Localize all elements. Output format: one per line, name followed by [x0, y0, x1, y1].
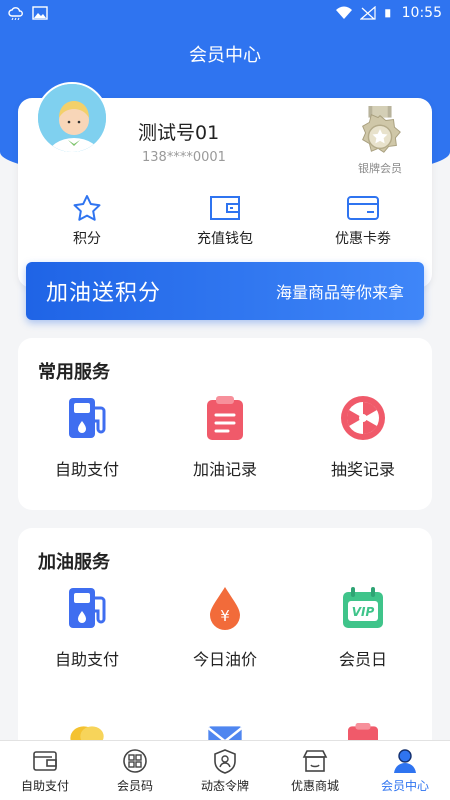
member-level-label: 银牌会员 — [358, 162, 402, 175]
app-header: 会员中心 — [0, 26, 450, 82]
image-icon — [32, 6, 48, 20]
avatar-icon — [38, 84, 106, 152]
status-bar: 10:55 — [0, 0, 450, 26]
bottom-navigation: 自助支付 会员码 动态令牌 优惠商城 会员中心 — [0, 740, 450, 800]
promo-title: 加油送积分 — [46, 281, 162, 306]
battery-icon — [384, 9, 390, 18]
nav-member-code[interactable]: 会员码 — [90, 741, 180, 800]
nav-self-pay[interactable]: 自助支付 — [0, 741, 90, 800]
nav-label: 会员中心 — [380, 778, 429, 793]
common-services-card: 常用服务 自助支付 加油记录 抽奖记录 — [18, 338, 432, 510]
wallet-icon — [33, 750, 57, 771]
wifi-icon — [335, 6, 352, 19]
user-phone: 138****0001 — [142, 150, 226, 165]
profile-quick-actions: 积分 充值钱包 优惠卡劵 — [18, 194, 432, 256]
points-label: 积分 — [73, 231, 101, 247]
member-day-button[interactable]: VIP 会员日 — [294, 584, 432, 670]
qr-code-icon — [123, 748, 147, 773]
fuel-pump-icon — [69, 398, 106, 438]
oil-drop-icon: ¥ — [210, 587, 240, 630]
promo-banner[interactable]: 加油送积分 海量商品等你来拿 — [26, 262, 424, 320]
cloud-icon — [8, 7, 23, 20]
status-time: 10:55 — [401, 5, 442, 21]
star-icon — [73, 195, 101, 221]
self-pay-button[interactable]: 自助支付 — [18, 584, 156, 670]
medal-icon — [362, 106, 401, 153]
section-title: 常用服务 — [38, 362, 110, 383]
today-oil-price-label: 今日油价 — [192, 650, 257, 669]
fuel-pump-icon — [69, 588, 106, 628]
self-pay-label: 自助支付 — [54, 650, 119, 669]
nav-dynamic-token[interactable]: 动态令牌 — [180, 741, 270, 800]
person-icon — [394, 748, 416, 773]
section-title: 加油服务 — [38, 552, 110, 573]
fuel-services-grid: 自助支付 ¥ 今日油价 VIP 会员日 — [18, 584, 432, 670]
page-title: 会员中心 — [189, 45, 261, 66]
fuel-services-card: 加油服务 自助支付 ¥ 今日油价 VIP 会员日 — [18, 528, 432, 758]
lottery-wheel-icon — [341, 396, 385, 440]
fuel-records-button[interactable]: 加油记录 — [156, 394, 294, 480]
coupons-button[interactable]: 优惠卡劵 — [294, 194, 432, 256]
self-pay-label: 自助支付 — [54, 460, 119, 479]
nav-label: 优惠商城 — [290, 778, 339, 793]
coupons-label: 优惠卡劵 — [335, 231, 391, 247]
avatar[interactable] — [36, 82, 108, 154]
signal-icon — [359, 6, 376, 20]
nav-label: 自助支付 — [20, 778, 69, 793]
nav-discount-mall[interactable]: 优惠商城 — [270, 741, 360, 800]
user-name: 测试号01 — [138, 122, 220, 144]
wallet-button[interactable]: 充值钱包 — [156, 194, 294, 256]
svg-text:¥: ¥ — [220, 607, 230, 625]
card-icon — [347, 196, 379, 220]
fuel-records-label: 加油记录 — [192, 460, 257, 479]
shop-icon — [302, 749, 328, 772]
vip-calendar-icon: VIP — [343, 587, 383, 628]
wallet-label: 充值钱包 — [197, 231, 253, 247]
lottery-records-label: 抽奖记录 — [330, 460, 395, 479]
member-level-badge[interactable]: 银牌会员 — [350, 106, 410, 176]
profile-card: 测试号01 138****0001 银牌会员 积分 充值钱包 优惠卡劵 — [18, 82, 432, 288]
clipboard-icon — [207, 396, 243, 440]
wallet-icon — [210, 196, 240, 220]
nav-label: 会员码 — [116, 778, 153, 793]
member-day-label: 会员日 — [338, 650, 387, 669]
svg-text:VIP: VIP — [352, 605, 375, 619]
common-services-grid: 自助支付 加油记录 抽奖记录 — [18, 394, 432, 480]
shield-icon — [214, 748, 236, 774]
promo-subtitle: 海量商品等你来拿 — [275, 283, 404, 302]
today-oil-price-button[interactable]: ¥ 今日油价 — [156, 584, 294, 670]
nav-label: 动态令牌 — [200, 778, 249, 793]
nav-member-center[interactable]: 会员中心 — [360, 741, 450, 800]
self-pay-button[interactable]: 自助支付 — [18, 394, 156, 480]
lottery-records-button[interactable]: 抽奖记录 — [294, 394, 432, 480]
points-button[interactable]: 积分 — [18, 194, 156, 256]
